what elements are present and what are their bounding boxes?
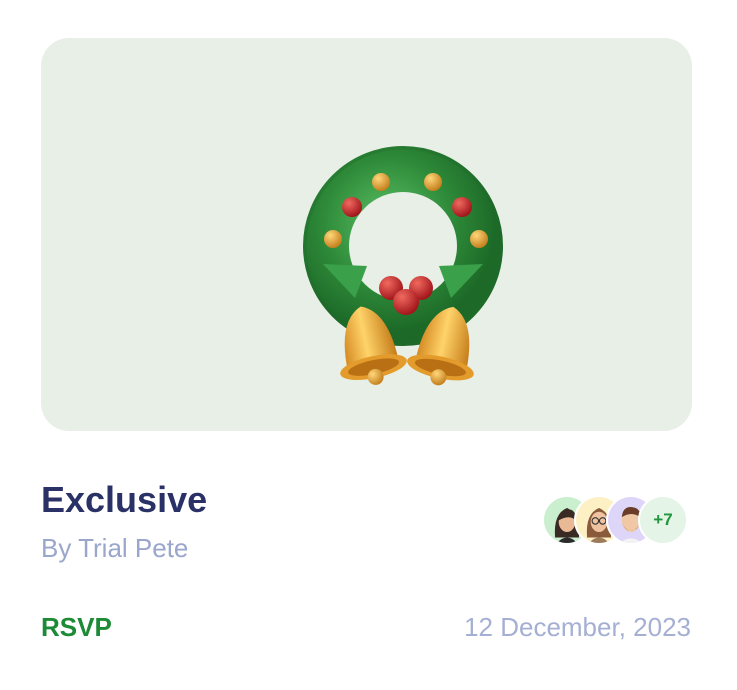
attendee-avatars[interactable]: +7 (542, 495, 692, 545)
event-card[interactable]: Exclusive By Trial Pete +7 RSVP 12 Decem… (0, 0, 737, 690)
event-title: Exclusive (41, 479, 208, 520)
event-cover-image[interactable] (41, 38, 692, 431)
christmas-wreath-icon (303, 146, 503, 386)
event-date: 12 December, 2023 (464, 612, 691, 642)
more-attendees-count[interactable]: +7 (638, 495, 688, 545)
rsvp-button[interactable]: RSVP (41, 611, 112, 643)
event-author: By Trial Pete (41, 533, 189, 563)
